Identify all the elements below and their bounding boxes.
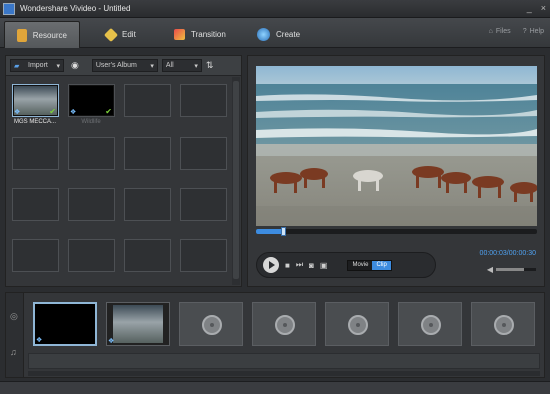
film-reel-icon — [421, 315, 441, 335]
film-reel-icon — [348, 315, 368, 335]
tab-resource-label: Resource — [32, 30, 67, 40]
edit-icon — [103, 27, 119, 42]
tab-create-label: Create — [276, 30, 301, 39]
folder-icon: ▰ — [14, 62, 20, 70]
media-thumbnail-2[interactable]: ❖ ✔ — [68, 84, 115, 117]
import-button[interactable]: ▰ Import ▾ — [10, 59, 64, 72]
tab-transition-label: Transition — [191, 30, 226, 39]
storyboard-clip-2[interactable]: ❖ — [106, 302, 170, 346]
help-link[interactable]: ? Help — [523, 28, 544, 35]
create-icon — [257, 28, 270, 41]
video-type-icon: ❖ — [14, 109, 21, 116]
empty-slot — [124, 188, 171, 221]
video-track-icon: ◎ — [10, 311, 18, 321]
library-scrollbar[interactable] — [232, 77, 240, 285]
storyboard-empty-slot[interactable] — [252, 302, 316, 346]
audio-track[interactable] — [28, 353, 540, 369]
scrollbar-thumb[interactable] — [233, 81, 239, 279]
window-title: Wondershare Vivideo - Untitled — [20, 4, 131, 13]
snapshot-icon[interactable]: ◙ — [309, 261, 314, 270]
status-bar — [0, 381, 550, 394]
empty-slot — [12, 137, 59, 170]
storyboard-empty-slot[interactable] — [471, 302, 535, 346]
empty-slot — [180, 239, 227, 272]
tab-edit[interactable]: Edit — [94, 21, 148, 48]
storyboard-panel: ◎ ♫ ❖ ❖ — [5, 292, 545, 378]
timecode: 00:00:03/00:00:30 — [479, 250, 536, 257]
film-reel-icon — [202, 315, 222, 335]
tab-edit-label: Edit — [122, 30, 136, 39]
empty-slot — [12, 188, 59, 221]
preview-panel: ■ ⏭ ◙ ▣ Movie Clip 00:00:03/00:00:30 ◀ — [247, 55, 545, 287]
resource-icon — [17, 28, 27, 42]
movie-mode-button[interactable]: Movie — [348, 260, 373, 270]
library-toolbar: ▰ Import ▾ ◉ User's Album ▾ All ▾ ⇅ — [6, 56, 241, 76]
storyboard-side: ◎ ♫ — [6, 293, 24, 377]
title-bar: Wondershare Vivideo - Untitled _ × — [0, 0, 550, 18]
storyboard-empty-slot[interactable] — [179, 302, 243, 346]
video-preview[interactable] — [256, 66, 537, 226]
webcam-icon[interactable]: ◉ — [71, 60, 79, 71]
video-type-icon: ❖ — [36, 337, 43, 344]
media-thumbnail-1[interactable]: ❖ ✔ — [12, 84, 59, 117]
tab-transition[interactable]: Transition — [162, 21, 238, 48]
playback-controls: ■ ⏭ ◙ ▣ Movie Clip — [256, 252, 436, 278]
clip-mode-button[interactable]: Clip — [372, 260, 391, 270]
film-reel-icon — [494, 315, 514, 335]
empty-slot — [68, 188, 115, 221]
chevron-down-icon: ▾ — [194, 62, 198, 70]
empty-slot — [124, 239, 171, 272]
close-button[interactable]: × — [541, 3, 546, 13]
sort-icon[interactable]: ⇅ — [206, 60, 214, 71]
minimize-button[interactable]: _ — [527, 3, 532, 13]
filter-select[interactable]: All ▾ — [161, 59, 202, 72]
checkmark-icon: ✔ — [105, 107, 112, 116]
storyboard-clip-1[interactable]: ❖ — [33, 302, 97, 346]
help-icon: ? — [522, 28, 527, 35]
media-label: Wildlife — [81, 119, 101, 125]
empty-slot — [180, 137, 227, 170]
volume-control: ◀ — [487, 265, 536, 274]
tab-create[interactable]: Create — [245, 21, 312, 48]
volume-level — [496, 268, 524, 271]
media-library-panel: ▰ Import ▾ ◉ User's Album ▾ All ▾ ⇅ ❖ ✔ … — [5, 55, 242, 287]
album-select[interactable]: User's Album ▾ — [91, 59, 158, 72]
empty-slot — [68, 137, 115, 170]
clip-thumbnail-image — [113, 305, 163, 343]
empty-slot — [180, 188, 227, 221]
seek-progress — [256, 229, 285, 234]
files-link[interactable]: ⌂ Files — [489, 28, 511, 35]
empty-slot — [68, 239, 115, 272]
tab-resource[interactable]: Resource — [4, 21, 80, 48]
media-label: MGS MECCA... — [13, 119, 56, 125]
empty-slot — [124, 84, 171, 117]
speaker-icon[interactable]: ◀ — [487, 265, 493, 274]
empty-slot — [180, 84, 227, 117]
empty-slot — [124, 137, 171, 170]
transition-icon — [174, 29, 185, 40]
video-frame-image — [256, 66, 537, 226]
storyboard-empty-slot[interactable] — [325, 302, 389, 346]
seek-handle[interactable] — [281, 227, 287, 236]
next-frame-icon[interactable]: ⏭ — [296, 260, 303, 270]
chevron-down-icon: ▾ — [150, 62, 154, 70]
seek-bar[interactable] — [256, 227, 537, 236]
stop-icon[interactable]: ■ — [285, 261, 290, 270]
fullscreen-icon[interactable]: ▣ — [320, 261, 328, 270]
app-logo-icon — [3, 2, 15, 15]
empty-slot — [12, 239, 59, 272]
storyboard-scrollbar[interactable] — [28, 371, 540, 376]
checkmark-icon: ✔ — [49, 107, 56, 116]
main-tab-bar: Resource Edit Transition Create ⌂ Files ?… — [0, 18, 550, 48]
storyboard-empty-slot[interactable] — [398, 302, 462, 346]
music-track-icon: ♫ — [10, 347, 17, 357]
play-button[interactable] — [263, 257, 279, 273]
home-icon: ⌂ — [488, 28, 493, 35]
video-type-icon: ❖ — [108, 338, 115, 345]
mode-toggle: Movie Clip — [347, 259, 392, 271]
volume-slider[interactable] — [496, 268, 536, 271]
video-type-icon: ❖ — [70, 109, 77, 116]
film-reel-icon — [275, 315, 295, 335]
chevron-down-icon: ▾ — [56, 62, 60, 70]
